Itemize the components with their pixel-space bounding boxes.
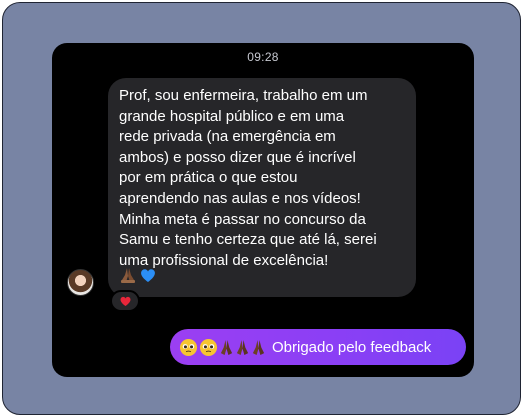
folded-hands-icon [219, 338, 234, 357]
message-timestamp: 09:28 [247, 50, 279, 64]
pleading-face-icon [179, 338, 198, 357]
incoming-emoji-row [119, 265, 157, 285]
chat-window: 09:28 Prof, sou enfermeira, trabalho em … [52, 43, 474, 377]
message-reaction[interactable] [110, 290, 140, 312]
incoming-message-bubble[interactable]: Prof, sou enfermeira, trabalho em um gra… [108, 78, 416, 297]
folded-hands-icon [235, 338, 250, 357]
outgoing-message-text: Obrigado pelo feedback [272, 338, 432, 356]
pleading-face-icon [199, 338, 218, 357]
outgoing-message-bubble[interactable]: Obrigado pelo feedback [170, 329, 466, 365]
red-heart-icon [119, 295, 132, 307]
outgoing-emoji-row [179, 338, 266, 357]
incoming-message-text: Prof, sou enfermeira, trabalho em um gra… [119, 87, 377, 269]
folded-hands-icon [251, 338, 266, 357]
blue-heart-icon [139, 266, 157, 284]
sender-avatar[interactable] [67, 269, 94, 296]
folded-hands-icon [119, 266, 137, 284]
